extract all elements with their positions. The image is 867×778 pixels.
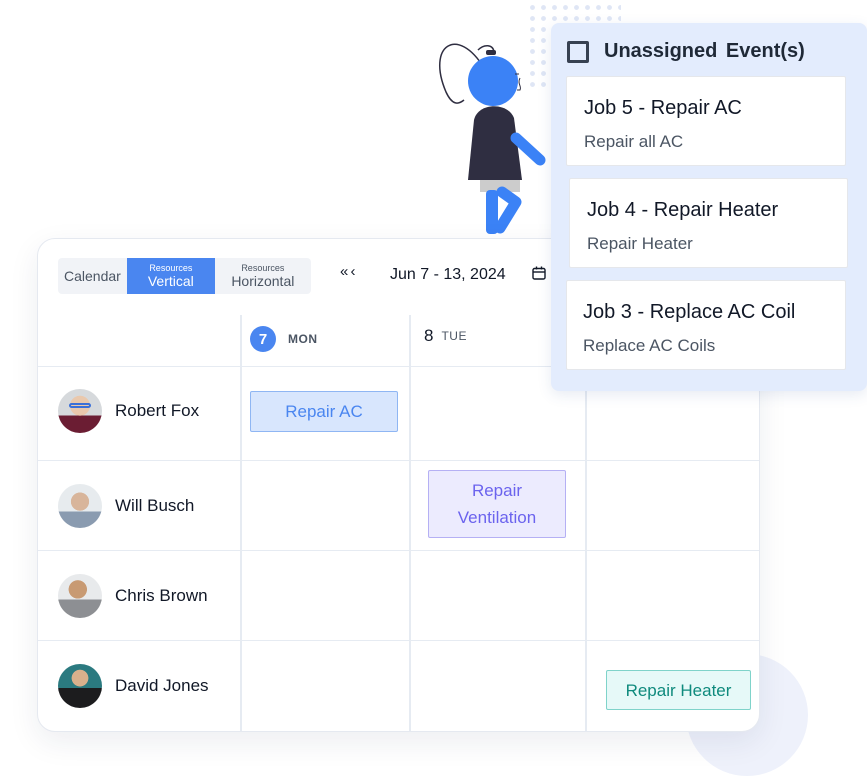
today-badge: 7 bbox=[250, 326, 276, 352]
calendar-icon[interactable] bbox=[532, 266, 546, 280]
event-label: Repair Ventilation bbox=[457, 481, 537, 527]
day-name: TUE bbox=[441, 329, 467, 343]
resource-name: Chris Brown bbox=[115, 586, 208, 605]
job-description: Repair all AC bbox=[584, 132, 684, 151]
previous-navigation[interactable]: « ‹ bbox=[340, 263, 356, 280]
job-description: Replace AC Coils bbox=[583, 336, 716, 355]
person-illustration bbox=[439, 43, 546, 234]
event-repair-heater[interactable]: Repair Heater bbox=[606, 670, 751, 710]
view-resources-horizontal-button[interactable]: Resources Horizontal bbox=[215, 258, 311, 294]
job-title: Job 3 - Replace AC Coil bbox=[583, 301, 796, 323]
panel-title: Unassigned Event(s) bbox=[604, 40, 805, 62]
view-resources-vertical-button[interactable]: Resources Vertical bbox=[126, 258, 215, 294]
job-title: Job 4 - Repair Heater bbox=[587, 199, 779, 221]
event-repair-ac[interactable]: Repair AC bbox=[250, 391, 398, 432]
view-sublabel: Resources bbox=[149, 263, 193, 273]
resource-name: David Jones bbox=[115, 676, 209, 695]
resource-row-will-busch: Will Busch bbox=[58, 484, 194, 528]
grid-line bbox=[38, 460, 759, 461]
panel-header: Unassigned Event(s) bbox=[567, 40, 805, 63]
chevron-left-icon[interactable]: ‹ bbox=[351, 263, 356, 280]
resource-name: Will Busch bbox=[115, 496, 195, 515]
resource-row-robert-fox: Robert Fox bbox=[58, 389, 199, 433]
day-header-tue[interactable]: 8 TUE bbox=[424, 326, 467, 346]
event-repair-ventilation[interactable]: Repair Ventilation bbox=[428, 470, 566, 538]
resource-row-david-jones: David Jones bbox=[58, 664, 209, 708]
grid-line bbox=[409, 315, 411, 731]
view-calendar-label: Calendar bbox=[64, 268, 121, 284]
avatar bbox=[58, 574, 102, 618]
day-header-mon[interactable]: 7 MON bbox=[250, 326, 318, 352]
view-switcher: Calendar Resources Vertical Resources Ho… bbox=[58, 258, 311, 294]
resource-row-chris-brown: Chris Brown bbox=[58, 574, 208, 618]
avatar bbox=[58, 664, 102, 708]
job-description: Repair Heater bbox=[587, 234, 693, 253]
view-label: Vertical bbox=[147, 273, 194, 289]
view-calendar-button[interactable]: Calendar bbox=[58, 258, 127, 294]
job-title: Job 5 - Repair AC bbox=[584, 97, 742, 119]
avatar bbox=[58, 484, 102, 528]
grid-line bbox=[38, 550, 759, 551]
grid-line bbox=[240, 315, 242, 731]
resource-name: Robert Fox bbox=[115, 401, 200, 420]
view-sublabel: Resources bbox=[241, 263, 285, 273]
day-number: 8 bbox=[424, 326, 434, 345]
avatar bbox=[58, 389, 102, 433]
view-label: Horizontal bbox=[231, 273, 295, 289]
day-name: MON bbox=[288, 332, 318, 346]
select-all-checkbox[interactable] bbox=[567, 40, 589, 63]
grid-line bbox=[38, 640, 759, 641]
unassigned-job-card[interactable]: Job 4 - Repair Heater Repair Heater bbox=[569, 178, 848, 268]
unassigned-events-panel: Unassigned Event(s) Job 5 - Repair AC Re… bbox=[551, 23, 867, 391]
grid-line bbox=[585, 366, 587, 731]
unassigned-job-card[interactable]: Job 3 - Replace AC Coil Replace AC Coils bbox=[566, 280, 846, 370]
chevrons-left-icon[interactable]: « bbox=[340, 263, 348, 280]
unassigned-job-card[interactable]: Job 5 - Repair AC Repair all AC bbox=[566, 76, 846, 166]
date-range: Jun 7 - 13, 2024 bbox=[390, 266, 506, 283]
